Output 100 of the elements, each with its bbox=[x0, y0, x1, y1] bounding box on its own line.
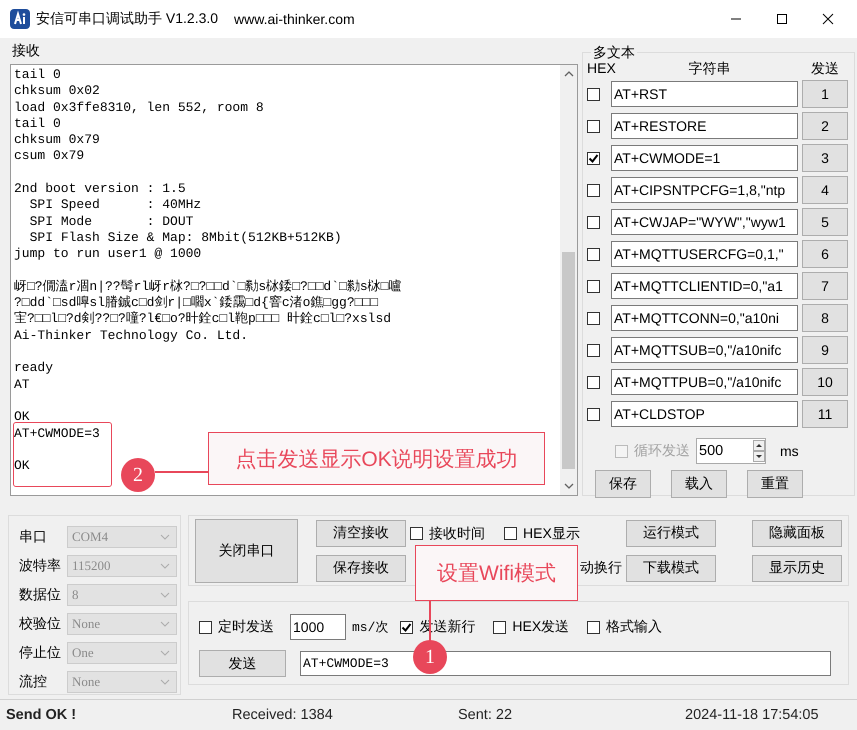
checkbox[interactable] bbox=[400, 620, 414, 634]
received-count: Received: 1384 bbox=[232, 707, 334, 723]
receive-button[interactable]: 清空接收 bbox=[316, 520, 406, 547]
close-port-button[interactable]: 关闭串口 bbox=[195, 518, 298, 583]
receive-button[interactable]: 保存接收 bbox=[316, 554, 406, 582]
log-line: chksum 0x79 bbox=[14, 132, 100, 148]
log-line: ready bbox=[14, 360, 54, 377]
log-line: 2nd boot version : 1.5 bbox=[14, 181, 186, 198]
send-button[interactable]: 7 bbox=[802, 272, 848, 300]
setting-label: 波特率 bbox=[19, 556, 62, 574]
column-header: 发送 bbox=[810, 60, 840, 76]
checkbox[interactable] bbox=[587, 216, 600, 228]
send-button[interactable]: 4 bbox=[802, 176, 848, 204]
window-title: 安信可串口调试助手 V1.2.3.0 bbox=[36, 10, 218, 28]
panel-button[interactable]: 保存 bbox=[595, 470, 651, 498]
checkbox[interactable] bbox=[587, 280, 600, 292]
checkbox-label: HEX发送 bbox=[512, 618, 570, 636]
checkbox[interactable] bbox=[504, 527, 517, 540]
log-line: Ai-Thinker Technology Co. Ltd. bbox=[14, 328, 248, 344]
send-button[interactable]: 1 bbox=[802, 80, 848, 108]
checkbox[interactable] bbox=[199, 620, 212, 634]
checkbox-label: 格式输入 bbox=[606, 618, 662, 636]
log-line: SPI Flash Size & Map: 8Mbit(512KB+512KB) bbox=[28, 230, 342, 246]
send-button[interactable]: 10 bbox=[802, 368, 848, 396]
setting-label: 数据位 bbox=[19, 586, 62, 604]
log-line: 宔?□□l□?d剣??□?噇?l€□o?旪銓c□l鞄p□□□ 旪銓c□l□?xslsd bbox=[14, 311, 392, 328]
send-button[interactable]: 发送 bbox=[199, 650, 286, 678]
scrollbar-thumb[interactable] bbox=[562, 252, 575, 470]
callout-text: 点击发送显示OK说明设置成功 bbox=[208, 432, 545, 485]
close-icon[interactable] bbox=[822, 13, 834, 25]
log-line: AT+CWMODE=3 bbox=[14, 426, 100, 442]
maximize-icon[interactable] bbox=[776, 13, 788, 25]
leader-line bbox=[155, 471, 208, 473]
text-field[interactable]: AT+CWJAP="WYW","wyw1 bbox=[611, 209, 798, 235]
log-line: 岈□?僩溘r凅n|??髩rl岈r栤?□?□□d`□勬s栤錗□?□□d`□勬s栤□嚧 bbox=[14, 278, 402, 295]
log-line: SPI Speed : 40MHz bbox=[28, 197, 202, 214]
scroll-up-icon[interactable] bbox=[564, 71, 574, 77]
checkbox[interactable] bbox=[587, 120, 600, 132]
send-button[interactable]: 2 bbox=[802, 112, 848, 140]
receive-text-area[interactable] bbox=[10, 64, 578, 496]
sent-count: Sent: 22 bbox=[458, 707, 514, 723]
text-field[interactable]: AT+RST bbox=[611, 81, 798, 107]
text-field[interactable]: AT+MQTTPUB=0,"/a10nifc bbox=[611, 369, 798, 395]
text-field[interactable]: AT+CIPSNTPCFG=1,8,"ntp bbox=[611, 177, 798, 203]
log-line: AT bbox=[14, 376, 30, 393]
checkbox[interactable] bbox=[587, 152, 600, 164]
panel-button[interactable]: 显示历史 bbox=[752, 554, 842, 582]
interval-field[interactable]: 1000 bbox=[290, 614, 346, 640]
text-field[interactable]: AT+MQTTSUB=0,"/a10nifc bbox=[611, 337, 798, 363]
send-button[interactable]: 8 bbox=[802, 304, 848, 332]
log-line: csum 0x79 bbox=[14, 148, 84, 165]
app-logo-icon bbox=[10, 9, 30, 29]
setting-label: 校验位 bbox=[19, 614, 62, 632]
checkbox[interactable] bbox=[493, 620, 506, 634]
unit-label: ms/次 bbox=[352, 619, 388, 636]
checkbox-label: 循环发送 bbox=[634, 442, 690, 460]
group-title: 多文本 bbox=[592, 44, 636, 60]
scroll-down-icon[interactable] bbox=[564, 483, 574, 489]
checkbox-label: 动换行 bbox=[580, 558, 622, 577]
unit-label: ms bbox=[780, 443, 799, 459]
timestamp: 2024-11-18 17:54:05 bbox=[685, 707, 820, 723]
checkbox[interactable] bbox=[587, 88, 600, 100]
checkbox-label: 定时发送 bbox=[218, 618, 274, 636]
spin-arrows-icon[interactable] bbox=[753, 440, 765, 462]
panel-button[interactable]: 隐藏面板 bbox=[752, 520, 842, 547]
send-button[interactable]: 11 bbox=[802, 400, 848, 428]
text-field[interactable]: AT+RESTORE bbox=[611, 113, 798, 139]
column-header: HEX bbox=[587, 60, 617, 76]
text-field[interactable]: AT+MQTTCONN=0,"a10ni bbox=[611, 305, 798, 331]
setting-label: 停止位 bbox=[19, 644, 62, 662]
checkbox[interactable] bbox=[587, 248, 600, 260]
checkbox[interactable] bbox=[587, 344, 600, 356]
checkbox[interactable] bbox=[587, 376, 600, 388]
mode-button[interactable]: 运行模式 bbox=[626, 520, 716, 547]
text-field[interactable]: AT+MQTTCLIENTID=0,"a1 bbox=[611, 273, 798, 299]
scrollbar[interactable] bbox=[560, 65, 577, 495]
window-url: www.ai-thinker.com bbox=[234, 11, 355, 27]
send-button[interactable]: 3 bbox=[802, 144, 848, 172]
send-button[interactable]: 6 bbox=[802, 240, 848, 268]
group-title: 接收 bbox=[12, 41, 41, 60]
log-line: jump to run user1 @ 1000 bbox=[14, 246, 202, 263]
panel-button[interactable]: 重置 bbox=[747, 470, 803, 498]
send-button[interactable]: 5 bbox=[802, 208, 848, 236]
status-message: Send OK ! bbox=[6, 707, 78, 723]
log-line: tail 0 bbox=[14, 67, 61, 84]
text-field[interactable]: AT+CWMODE=1 bbox=[611, 145, 798, 171]
checkbox[interactable] bbox=[587, 620, 600, 634]
mode-button[interactable]: 下载模式 bbox=[626, 554, 716, 582]
checkbox[interactable] bbox=[587, 408, 600, 420]
send-button[interactable]: 9 bbox=[802, 336, 848, 364]
log-line: OK bbox=[14, 458, 30, 474]
text-field[interactable]: AT+MQTTUSERCFG=0,1," bbox=[611, 241, 798, 267]
checkbox[interactable] bbox=[587, 184, 600, 196]
checkbox[interactable] bbox=[410, 527, 423, 540]
log-line: SPI Mode : DOUT bbox=[28, 214, 194, 230]
setting-label: 流控 bbox=[19, 672, 48, 690]
text-field[interactable]: AT+CLDSTOP bbox=[611, 401, 798, 427]
checkbox[interactable] bbox=[587, 312, 600, 324]
log-line: load 0x3ffe8310, len 552, room 8 bbox=[14, 100, 264, 116]
panel-button[interactable]: 载入 bbox=[671, 470, 727, 498]
